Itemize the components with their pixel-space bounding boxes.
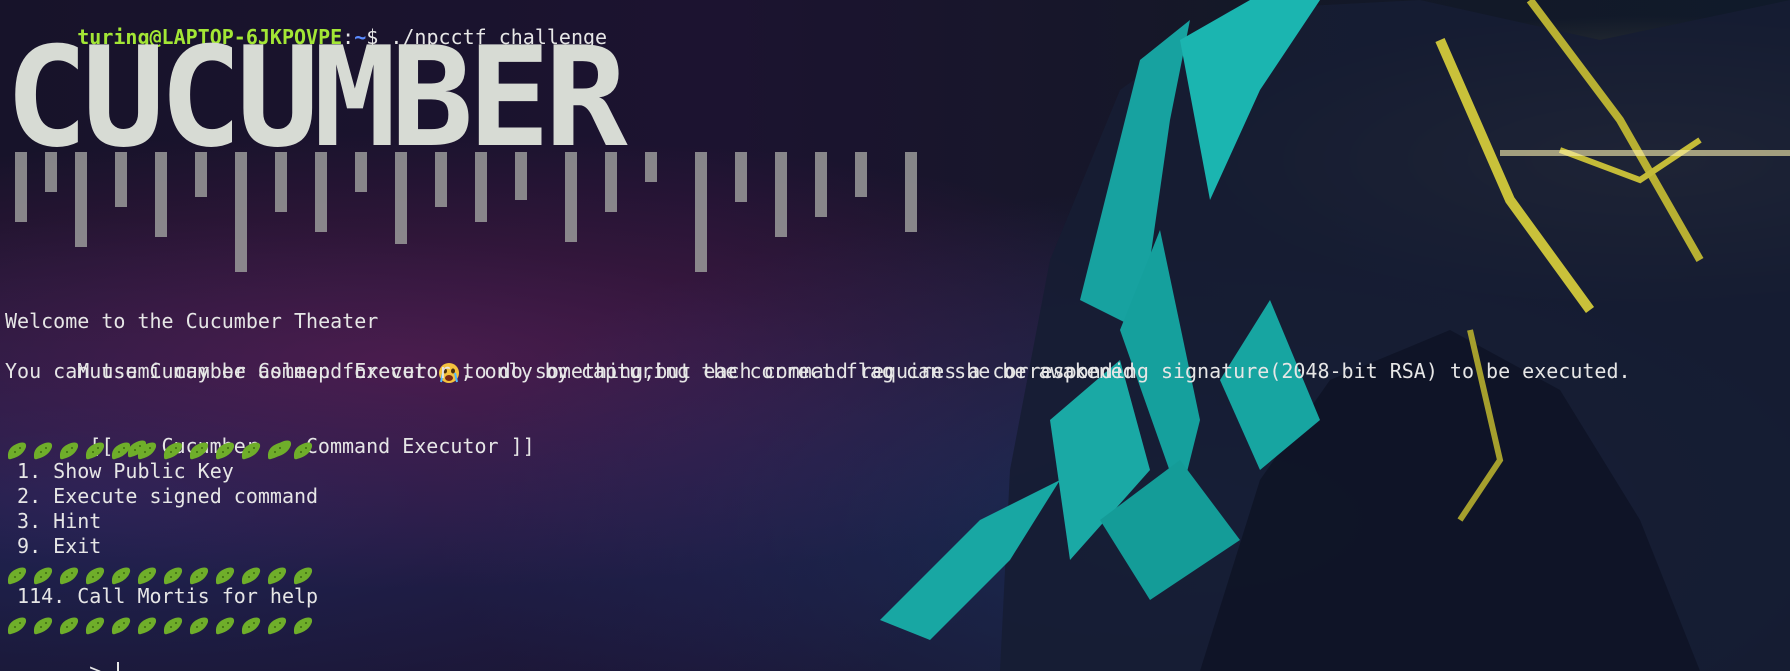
pickle-icon [135,562,161,585]
pickle-icon [187,437,213,460]
menu-item-exit: 9. Exit [5,534,102,558]
pickle-icon [213,612,239,635]
cucumber-ascii-banner: CUCUMBER [5,17,917,272]
pickle-icon [57,562,83,585]
terminal-window[interactable]: turing@LAPTOP-6JKPOVPE:~$ ./npcctf_chall… [0,0,1790,671]
pickle-icon [291,612,317,635]
pickle-icon [57,612,83,635]
pickle-icon [109,612,135,635]
pickle-icon [239,562,265,585]
welcome-line: Welcome to the Cucumber Theater [5,309,379,333]
pickle-divider [5,559,1631,585]
pickle-icon [5,437,31,460]
pickle-divider [5,434,1631,460]
pickle-icon [291,437,317,460]
pickle-divider [5,609,1631,635]
input-line[interactable]: > [5,634,1631,671]
command-prompt-line: turing@LAPTOP-6JKPOVPE:~$ ./npcctf_chall… [5,0,1631,49]
pickle-icon [239,437,265,460]
menu-item-hint: 3. Hint [5,509,102,533]
pickle-icon [265,562,291,585]
pickle-icon [161,562,187,585]
pickle-icon [31,437,57,460]
pickle-icon [265,612,291,635]
text-cursor[interactable] [117,661,120,671]
pickle-icon [5,562,31,585]
pickle-icon [161,612,187,635]
pickle-icon [213,437,239,460]
pickle-icon [239,612,265,635]
pickle-icon [213,562,239,585]
pickle-icon [5,612,31,635]
pickle-icon [31,612,57,635]
menu-title-rest: Command Executor ]] [293,434,535,458]
pickle-icon [31,562,57,585]
pickle-icon [83,437,109,460]
pickle-icon [109,562,135,585]
pickle-icon [265,437,291,460]
pickle-icon [135,437,161,460]
menu-title: [[ Cucumber Command Executor ]] [5,409,1631,458]
input-prompt: > [77,659,114,671]
pickle-icon [83,612,109,635]
pickle-icon [187,612,213,635]
pickle-icon [161,437,187,460]
pickle-icon [135,612,161,635]
pickle-icon [83,562,109,585]
menu-item-call-mortis: 114. Call Mortis for help [5,584,319,608]
pickle-icon [291,562,317,585]
pickle-icon [187,562,213,585]
menu-item-execute-signed-command: 2. Execute signed command [5,484,319,508]
pickle-icon [109,437,135,460]
pickle-icon [57,437,83,460]
mutsumi-line: Mutsumi may be asleep forever , only by … [5,334,1631,383]
executor-info-line: You can use Cucumber Command Executor to… [5,359,1631,383]
menu-item-show-public-key: 1. Show Public Key [5,459,234,483]
